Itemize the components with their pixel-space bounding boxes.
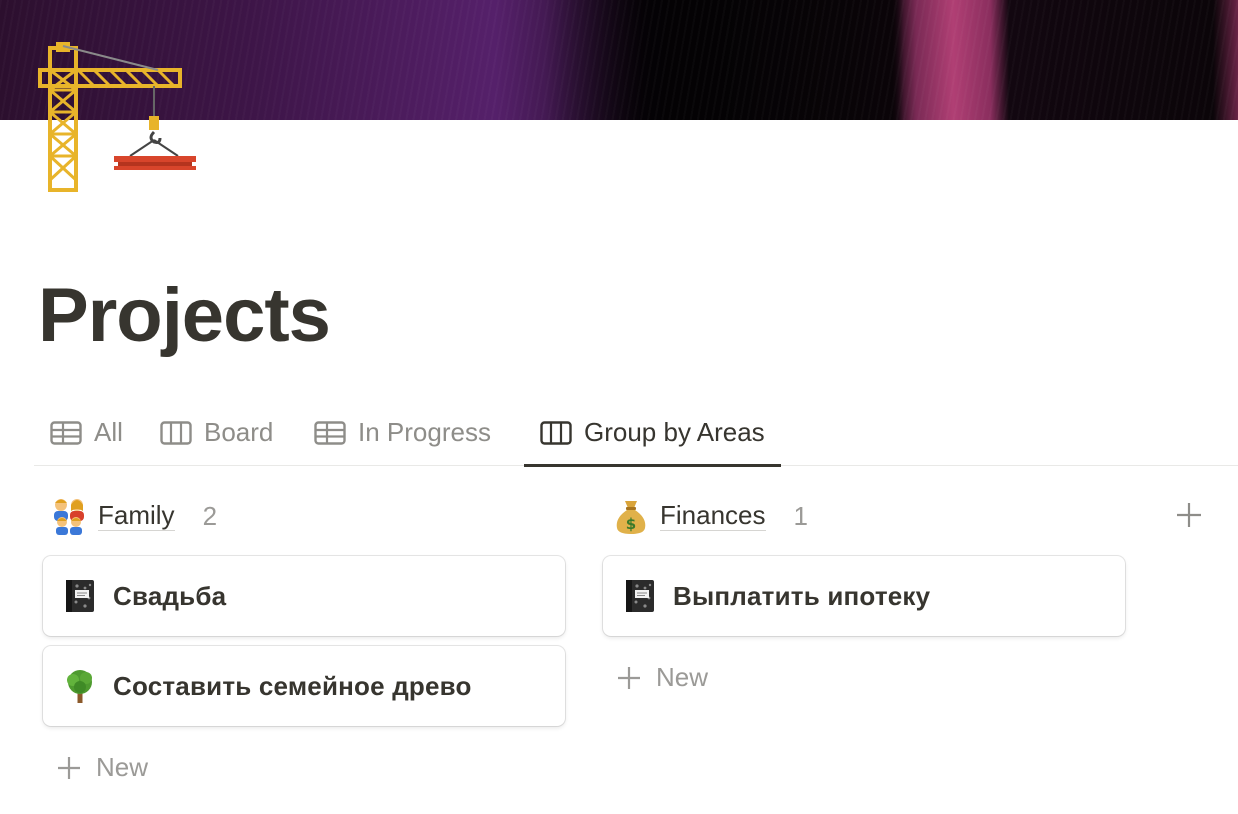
board-icon <box>160 420 192 445</box>
card-mortgage[interactable]: Выплатить ипотеку <box>603 556 1125 636</box>
plus-icon <box>58 756 80 779</box>
card-title: Составить семейное древо <box>113 670 472 701</box>
table-icon <box>314 420 346 445</box>
money-bag-icon: $ <box>616 501 646 534</box>
tab-board[interactable]: Board <box>144 400 289 465</box>
tab-label: Group by Areas <box>584 417 765 447</box>
add-group-plus-icon[interactable] <box>1174 500 1204 530</box>
tab-label: All <box>94 417 123 447</box>
plus-icon <box>618 666 640 689</box>
card-title: Свадьба <box>113 580 227 611</box>
group-count: 1 <box>793 500 808 531</box>
tab-group-by-areas[interactable]: Group by Areas <box>524 400 781 467</box>
group-count: 2 <box>202 500 218 531</box>
page-title[interactable]: Projects <box>38 278 331 354</box>
tree-icon <box>67 670 92 703</box>
group-name[interactable]: Finances <box>660 500 766 532</box>
group-header-finances: $ Finances 1 <box>612 494 808 538</box>
tab-in-progress[interactable]: In Progress <box>298 400 507 465</box>
new-card-button-finances[interactable]: New <box>616 662 708 693</box>
family-icon <box>54 499 84 535</box>
tab-all[interactable]: All <box>34 400 139 465</box>
card-title: Выплатить ипотеку <box>673 580 931 611</box>
group-header-family: Family 2 <box>50 494 217 538</box>
notebook-icon <box>626 580 654 612</box>
construction-crane-icon[interactable] <box>38 40 198 192</box>
card-svadba[interactable]: Свадьба <box>43 556 565 636</box>
tab-label: Board <box>204 417 274 447</box>
svg-text:$: $ <box>626 515 636 533</box>
card-family-tree[interactable]: Составить семейное древо <box>43 646 565 726</box>
new-label: New <box>96 752 149 782</box>
board-icon <box>540 420 572 445</box>
group-name[interactable]: Family <box>98 500 175 532</box>
new-label: New <box>656 662 709 692</box>
table-icon <box>50 420 82 445</box>
notebook-icon <box>66 580 94 612</box>
new-card-button-family[interactable]: New <box>56 752 148 783</box>
tab-label: In Progress <box>358 417 491 447</box>
view-tabs: All Board In Progress Group by Areas <box>34 400 1238 467</box>
